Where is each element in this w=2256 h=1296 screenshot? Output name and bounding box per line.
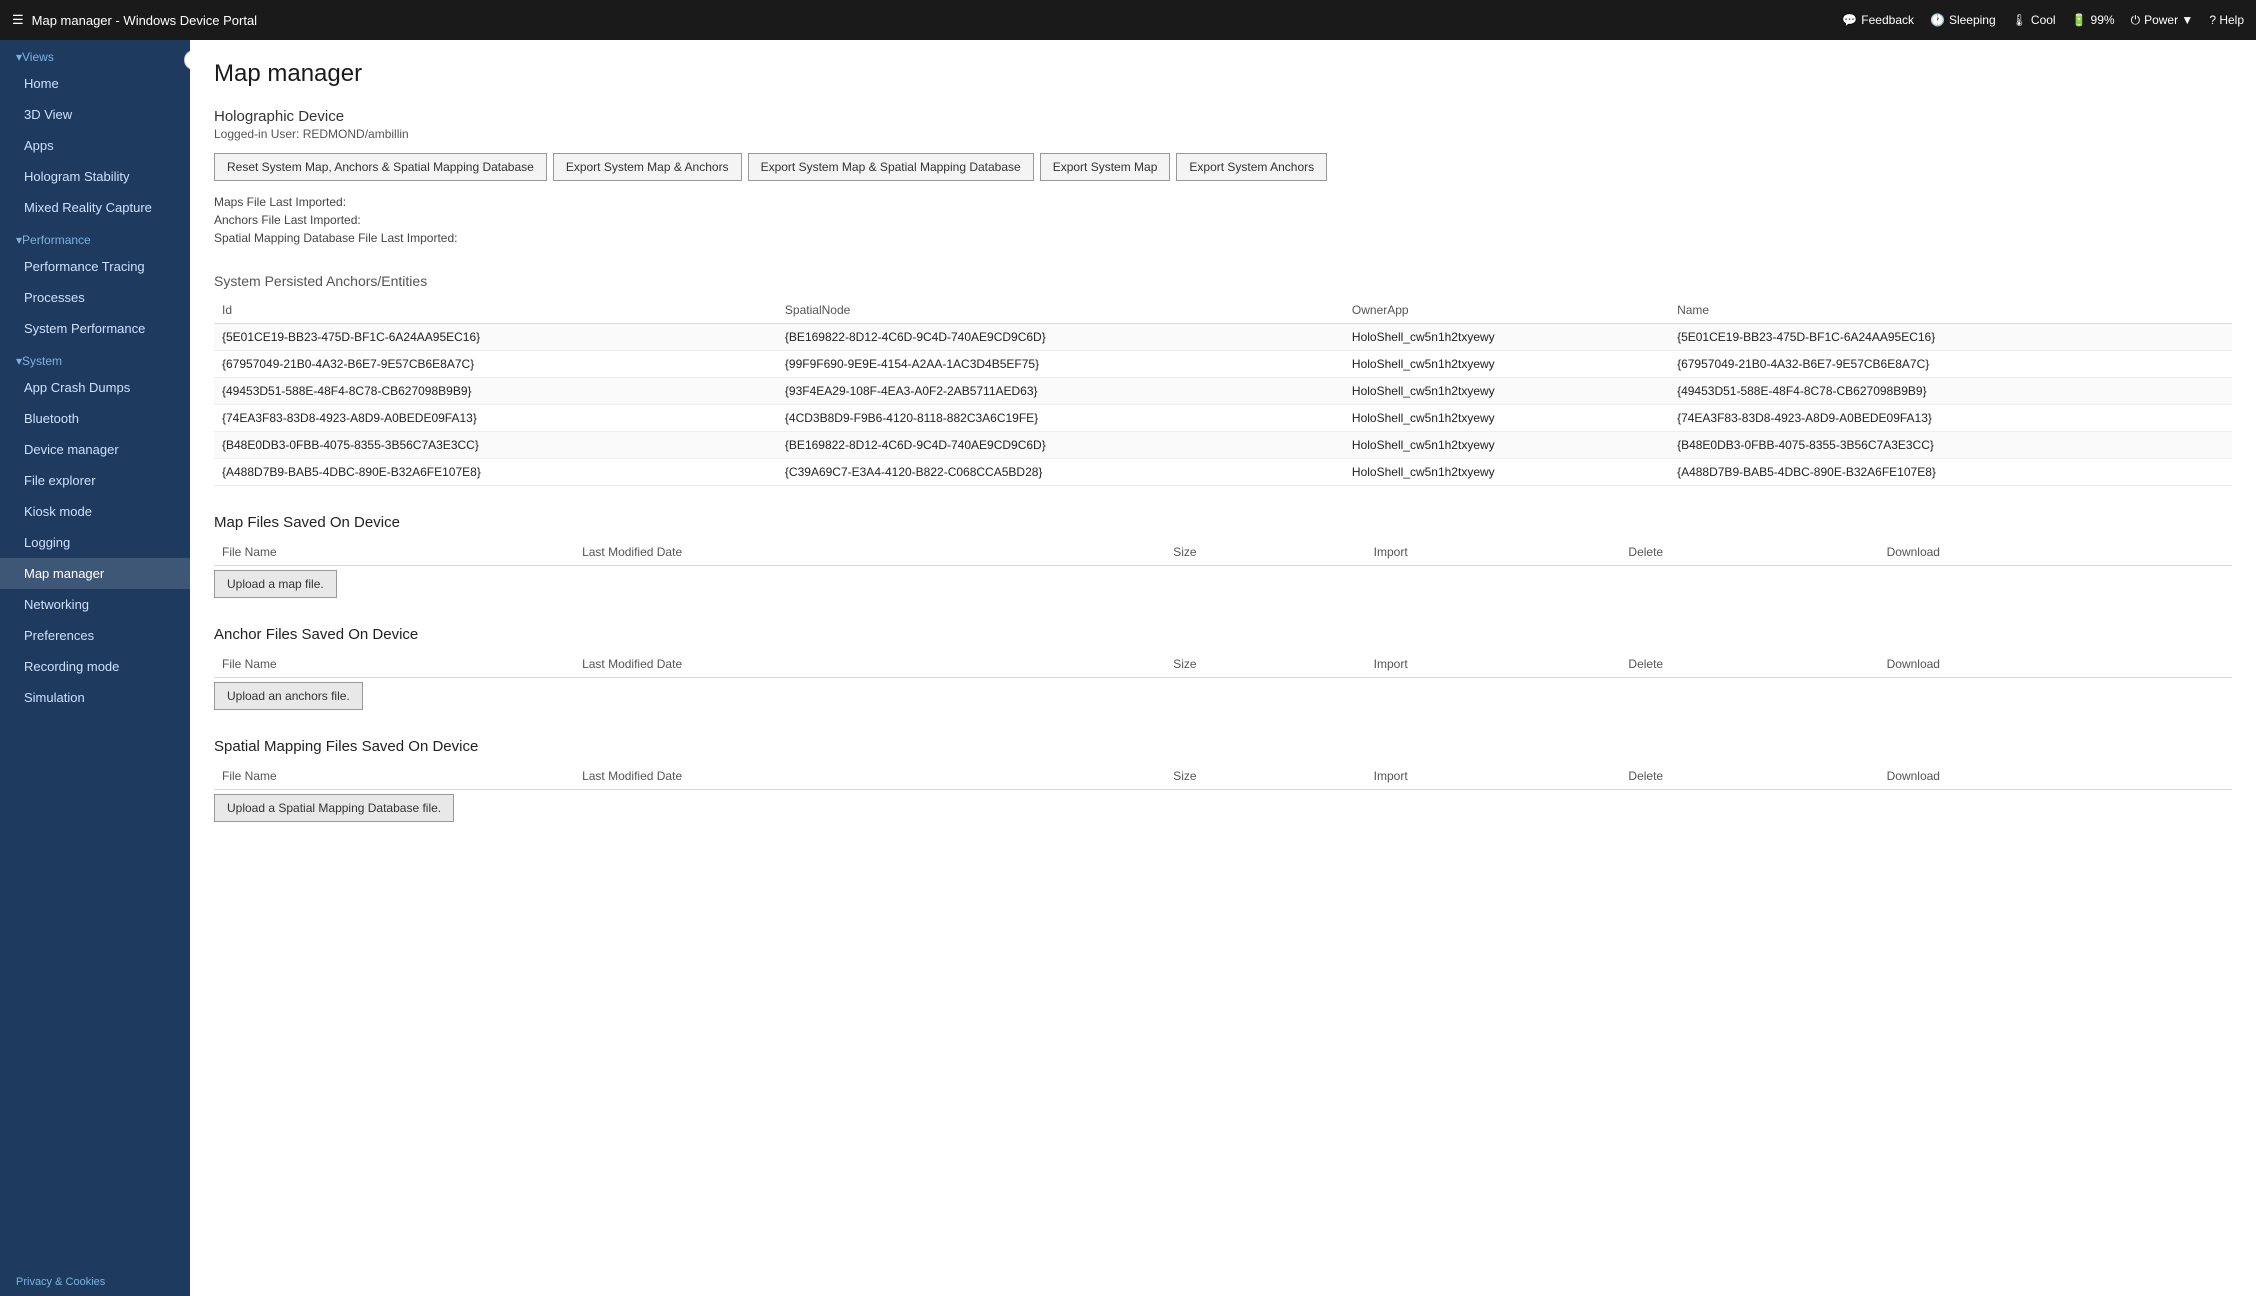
sidebar-item-logging[interactable]: Logging [0,527,190,558]
sidebar-item-apps[interactable]: Apps [0,130,190,161]
table-row: {A488D7B9-BAB5-4DBC-890E-B32A6FE107E8}{C… [214,459,2232,486]
map-files-section: Map Files Saved On Device File Name Last… [214,514,2232,598]
col-owner-app: OwnerApp [1344,297,1669,324]
sidebar-section-performance[interactable]: ▾Performance [0,223,190,251]
sleeping-icon: 🕐 [1930,13,1945,27]
power-icon: ⏻ [2131,13,2141,28]
sidebar-section-system[interactable]: ▾System [0,344,190,372]
mf-col-size: Size [1165,539,1365,566]
spatial-files-table: File Name Last Modified Date Size Import… [214,763,2232,790]
device-info-section: Holographic Device Logged-in User: REDMO… [214,108,2232,245]
anchor-files-title: Anchor Files Saved On Device [214,626,2232,643]
map-files-title: Map Files Saved On Device [214,514,2232,531]
sidebar-item-home[interactable]: Home [0,68,190,99]
export-map-anchors-button[interactable]: Export System Map & Anchors [553,153,742,181]
hamburger-icon[interactable]: ☰ [12,12,24,28]
sidebar-item-recording-mode[interactable]: Recording mode [0,651,190,682]
help-button[interactable]: ? Help [2209,13,2244,27]
sidebar-item-kiosk-mode[interactable]: Kiosk mode [0,496,190,527]
sidebar-item-device-manager[interactable]: Device manager [0,434,190,465]
sf-col-download: Download [1879,763,2232,790]
sidebar-item-3dview[interactable]: 3D View [0,99,190,130]
device-name: Holographic Device [214,108,2232,125]
sidebar: ‹ ▾Views Home 3D View Apps Hologram Stab… [0,40,190,1296]
sidebar-item-preferences[interactable]: Preferences [0,620,190,651]
export-map-spatial-button[interactable]: Export System Map & Spatial Mapping Data… [748,153,1034,181]
table-row: {B48E0DB3-0FBB-4075-8355-3B56C7A3E3CC}{B… [214,432,2232,459]
anchor-files-section: Anchor Files Saved On Device File Name L… [214,626,2232,710]
page-title: Map manager [214,60,2232,88]
cool-button[interactable]: 🌡 Cool [2012,13,2056,27]
col-spatial-node: SpatialNode [777,297,1344,324]
mf-col-modified: Last Modified Date [574,539,1165,566]
thermometer-icon: 🌡 [2012,13,2027,27]
titlebar: ☰ Map manager - Windows Device Portal 💬 … [0,0,2256,40]
sf-col-filename: File Name [214,763,574,790]
map-files-table: File Name Last Modified Date Size Import… [214,539,2232,566]
sidebar-item-system-performance[interactable]: System Performance [0,313,190,344]
maps-file-info: Maps File Last Imported: [214,195,2232,209]
sidebar-item-processes[interactable]: Processes [0,282,190,313]
spatial-files-title: Spatial Mapping Files Saved On Device [214,738,2232,755]
anchors-section: System Persisted Anchors/Entities Id Spa… [214,273,2232,486]
sidebar-item-networking[interactable]: Networking [0,589,190,620]
anchor-files-table: File Name Last Modified Date Size Import… [214,651,2232,678]
mf-col-filename: File Name [214,539,574,566]
sidebar-item-file-explorer[interactable]: File explorer [0,465,190,496]
export-anchors-button[interactable]: Export System Anchors [1176,153,1327,181]
sidebar-item-simulation[interactable]: Simulation [0,682,190,713]
sidebar-item-hologram-stability[interactable]: Hologram Stability [0,161,190,192]
sidebar-section-views[interactable]: ▾Views [0,40,190,68]
mf-col-download: Download [1879,539,2232,566]
sleeping-button[interactable]: 🕐 Sleeping [1930,13,1996,27]
col-id: Id [214,297,777,324]
anchors-file-info: Anchors File Last Imported: [214,213,2232,227]
sidebar-item-map-manager[interactable]: Map manager [0,558,190,589]
af-col-modified: Last Modified Date [574,651,1165,678]
upload-map-button[interactable]: Upload a map file. [214,570,337,598]
sidebar-item-performance-tracing[interactable]: Performance Tracing [0,251,190,282]
battery-icon: 🔋 [2072,13,2087,27]
table-row: {67957049-21B0-4A32-B6E7-9E57CB6E8A7C}{9… [214,351,2232,378]
reset-button[interactable]: Reset System Map, Anchors & Spatial Mapp… [214,153,547,181]
af-col-delete: Delete [1620,651,1878,678]
col-name: Name [1669,297,2232,324]
sidebar-item-app-crash-dumps[interactable]: App Crash Dumps [0,372,190,403]
spatial-files-section: Spatial Mapping Files Saved On Device Fi… [214,738,2232,822]
anchors-table: Id SpatialNode OwnerApp Name {5E01CE19-B… [214,297,2232,486]
action-buttons-row: Reset System Map, Anchors & Spatial Mapp… [214,153,2232,181]
feedback-button[interactable]: 💬 Feedback [1842,13,1914,27]
sf-col-import: Import [1366,763,1621,790]
sidebar-item-bluetooth[interactable]: Bluetooth [0,403,190,434]
export-map-button[interactable]: Export System Map [1040,153,1171,181]
upload-spatial-button[interactable]: Upload a Spatial Mapping Database file. [214,794,454,822]
spatial-file-info: Spatial Mapping Database File Last Impor… [214,231,2232,245]
anchors-section-title: System Persisted Anchors/Entities [214,273,2232,289]
table-row: {49453D51-588E-48F4-8C78-CB627098B9B9}{9… [214,378,2232,405]
titlebar-title: Map manager - Windows Device Portal [32,13,1835,28]
sf-col-modified: Last Modified Date [574,763,1165,790]
table-row: {74EA3F83-83D8-4923-A8D9-A0BEDE09FA13}{4… [214,405,2232,432]
power-button[interactable]: ⏻ Power ▼ [2131,13,2194,28]
mf-col-delete: Delete [1620,539,1878,566]
af-col-filename: File Name [214,651,574,678]
table-row: {5E01CE19-BB23-475D-BF1C-6A24AA95EC16}{B… [214,324,2232,351]
sf-col-size: Size [1165,763,1365,790]
upload-anchors-button[interactable]: Upload an anchors file. [214,682,363,710]
sidebar-item-mixed-reality-capture[interactable]: Mixed Reality Capture [0,192,190,223]
sf-col-delete: Delete [1620,763,1878,790]
feedback-icon: 💬 [1842,13,1857,27]
af-col-import: Import [1366,651,1621,678]
af-col-size: Size [1165,651,1365,678]
device-user: Logged-in User: REDMOND/ambillin [214,127,2232,141]
privacy-cookies-link[interactable]: Privacy & Cookies [0,1268,190,1296]
af-col-download: Download [1879,651,2232,678]
mf-col-import: Import [1366,539,1621,566]
main-content: Map manager Holographic Device Logged-in… [190,40,2256,1296]
battery-status: 🔋 99% [2072,13,2115,27]
